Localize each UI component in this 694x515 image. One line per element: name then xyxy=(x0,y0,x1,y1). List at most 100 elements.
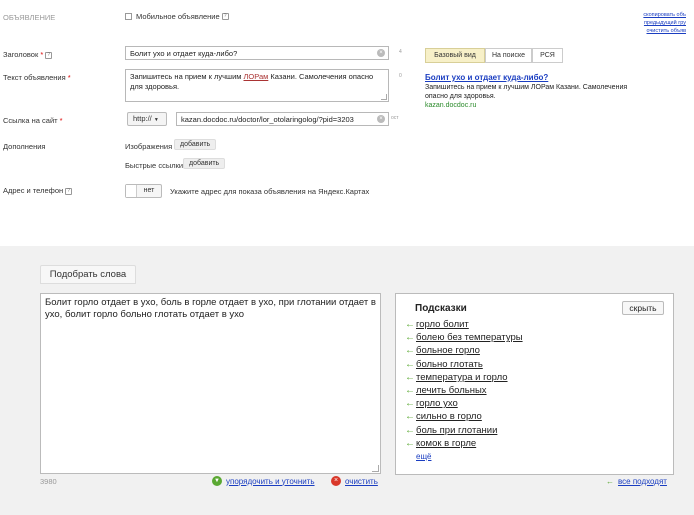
chevron-down-icon: ▼ xyxy=(153,117,159,123)
toggle-value: нет xyxy=(143,187,155,194)
help-icon[interactable]: ? xyxy=(45,51,53,59)
images-label: Изображения xyxy=(125,142,173,151)
suggestion-text[interactable]: боль при глотании xyxy=(416,425,497,436)
suggestion-item[interactable]: ← сильно в горло xyxy=(405,410,645,423)
clear-link[interactable]: × очистить xyxy=(331,476,378,486)
arrow-left-icon[interactable]: ← xyxy=(405,319,415,330)
suggestions-list: ← горло болит ← болею без температуры ← больн… xyxy=(405,318,645,463)
suggestion-item[interactable]: ← комок в горле xyxy=(405,437,645,450)
toggle-knob xyxy=(126,185,137,197)
previous-group-link[interactable]: предыдущий гру xyxy=(644,20,686,26)
clear-icon[interactable]: × xyxy=(377,49,385,57)
headline-counter: 4 xyxy=(399,49,402,55)
headline-value: Болит ухо и отдает куда-либо? xyxy=(130,49,238,58)
suggestions-title: Подсказки xyxy=(415,303,467,314)
arrow-left-icon[interactable]: ← xyxy=(405,438,415,449)
arrow-left-icon[interactable]: ← xyxy=(405,425,415,436)
url-label-text: Ссылка на сайт xyxy=(3,116,58,125)
quicklinks-label: Быстрые ссылки xyxy=(125,161,184,170)
suggestion-item[interactable]: ← больно глотать xyxy=(405,358,645,371)
clear-circle-icon: × xyxy=(331,476,341,486)
sort-icon: ▼ xyxy=(212,476,222,486)
word-picker-tab[interactable]: Подобрать слова xyxy=(40,265,136,284)
keywords-textarea[interactable]: Болит горло отдает в ухо, боль в горле о… xyxy=(40,293,381,474)
ad-text-label: Текст объявления * xyxy=(3,73,71,82)
extras-label: Дополнения xyxy=(3,142,46,151)
more-label[interactable]: ещё xyxy=(416,452,431,461)
suggestion-text[interactable]: температура и горло xyxy=(416,372,508,383)
address-label-text: Адрес и телефон xyxy=(3,186,64,195)
arrow-left-icon[interactable]: ← xyxy=(405,398,415,409)
suggestion-text[interactable]: сильно в горло xyxy=(416,411,482,422)
suggestion-text[interactable]: горло ухо xyxy=(416,398,458,409)
suggestions-box: Подсказки скрыть ← горло болит ← болею без … xyxy=(395,293,674,475)
mobile-ad-option[interactable]: Мобильное объявление ? xyxy=(125,12,229,21)
preview-domain: kazan.docdoc.ru xyxy=(425,102,477,109)
arrow-left-icon[interactable]: ← xyxy=(405,345,415,356)
protocol-select[interactable]: http:// ▼ xyxy=(127,112,167,126)
suggestion-text[interactable]: больное горло xyxy=(416,345,480,356)
suggestion-item[interactable]: ← болею без температуры xyxy=(405,331,645,344)
arrow-left-icon[interactable]: ← xyxy=(405,385,415,396)
tab-basic-view[interactable]: Базовый вид xyxy=(425,48,485,63)
suggestion-item[interactable]: ← больное горло xyxy=(405,344,645,357)
preview-body: Запишитесь на прием к лучшим ЛОРам Казан… xyxy=(425,84,628,100)
suggestion-text[interactable]: болею без температуры xyxy=(416,332,523,343)
url-value: kazan.docdoc.ru/doctor/lor_otolaringolog… xyxy=(181,115,354,124)
resize-handle-icon[interactable] xyxy=(372,465,379,472)
ad-text-label-text: Текст объявления xyxy=(3,73,66,82)
url-input[interactable]: kazan.docdoc.ru/doctor/lor_otolaringolog… xyxy=(176,112,389,126)
address-hint: Укажите адрес для показа объявления на Я… xyxy=(170,187,370,196)
headline-label-text: Заголовок xyxy=(3,50,39,59)
hide-button[interactable]: скрыть xyxy=(622,301,664,315)
mobile-label: Мобильное объявление xyxy=(136,12,220,21)
address-label: Адрес и телефон? xyxy=(3,186,73,195)
arrow-left-icon[interactable]: ← xyxy=(405,332,415,343)
address-toggle[interactable]: нет xyxy=(125,184,162,198)
word-picker-tab-label: Подобрать слова xyxy=(49,269,127,280)
suggestion-text[interactable]: больно глотать xyxy=(416,359,483,370)
tab-on-search[interactable]: На поиске xyxy=(485,48,532,63)
section-title: ОБЪЯВЛЕНИЕ xyxy=(3,13,56,22)
suggestion-item[interactable]: ← боль при глотании xyxy=(405,424,645,437)
char-count: 3980 xyxy=(40,477,57,486)
url-label: Ссылка на сайт * xyxy=(3,116,63,125)
suggestion-text[interactable]: горло болит xyxy=(416,319,469,330)
arrow-left-icon[interactable]: ← xyxy=(405,359,415,370)
clear-ad-link[interactable]: очистить объяв xyxy=(647,28,687,34)
help-icon[interactable]: ? xyxy=(221,13,229,20)
suggestion-item[interactable]: ← лечить больных xyxy=(405,384,645,397)
sort-refine-label: упорядочить и уточнить xyxy=(226,476,315,486)
ad-text-textarea[interactable]: Запишитесь на прием к лучшим ЛОРам Казан… xyxy=(125,69,389,102)
clear-icon[interactable]: × xyxy=(377,115,385,123)
add-quicklinks-button[interactable]: добавить xyxy=(183,158,226,169)
headline-input[interactable]: Болит ухо и отдает куда-либо? × xyxy=(125,46,389,60)
copy-ad-link[interactable]: скопировать объ xyxy=(643,12,686,18)
clear-label: очистить xyxy=(345,476,378,486)
suggestion-text[interactable]: лечить больных xyxy=(416,385,487,396)
resize-handle-icon[interactable] xyxy=(381,94,387,100)
add-images-button[interactable]: добавить xyxy=(174,139,217,150)
headline-label: Заголовок *? xyxy=(3,50,53,59)
suggestion-item[interactable]: ← горло болит xyxy=(405,318,645,331)
ad-text-counter: 0 xyxy=(399,73,402,79)
more-suggestions-link[interactable]: ещё xyxy=(405,450,645,463)
ad-text-highlight: ЛОРам xyxy=(243,72,269,81)
arrow-left-icon: ← xyxy=(606,477,614,486)
help-icon[interactable]: ? xyxy=(65,187,73,195)
preview-title[interactable]: Болит ухо и отдает куда-либо? xyxy=(425,73,548,82)
tab-rsya[interactable]: РСЯ xyxy=(532,48,563,63)
mobile-checkbox[interactable] xyxy=(125,13,132,20)
ad-text-part: Запишитесь на прием к лучшим xyxy=(130,72,244,81)
all-fit-link[interactable]: ← все подходят xyxy=(606,477,667,486)
suggestion-item[interactable]: ← горло ухо xyxy=(405,397,645,410)
all-fit-label: все подходят xyxy=(618,477,667,486)
url-counter: ост xyxy=(391,115,399,121)
arrow-left-icon[interactable]: ← xyxy=(405,372,415,383)
sort-refine-link[interactable]: ▼ упорядочить и уточнить xyxy=(212,476,315,486)
protocol-value: http:// xyxy=(133,114,152,123)
suggestion-item[interactable]: ← температура и горло xyxy=(405,371,645,384)
arrow-left-icon[interactable]: ← xyxy=(405,411,415,422)
keywords-text: Болит горло отдает в ухо, боль в горле о… xyxy=(45,297,376,320)
suggestion-text[interactable]: комок в горле xyxy=(416,438,476,449)
